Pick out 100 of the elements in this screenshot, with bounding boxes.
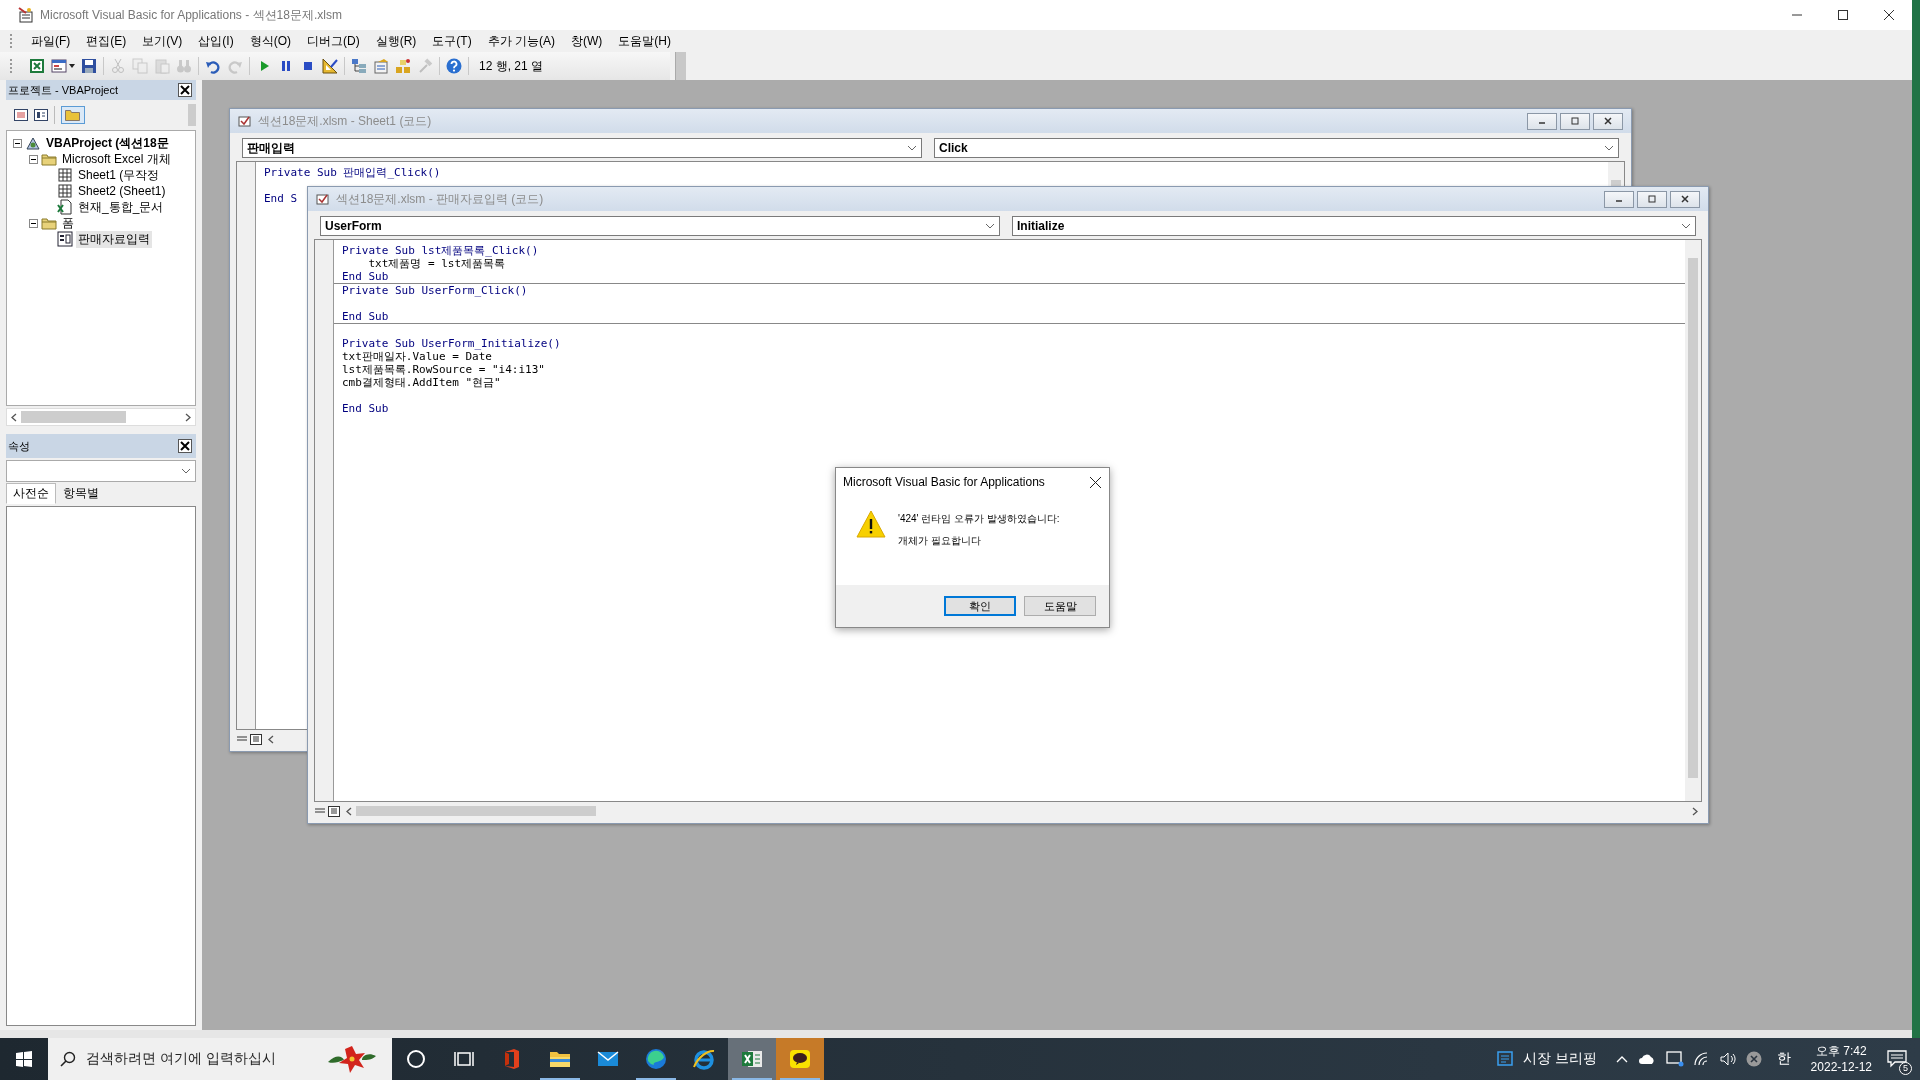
scroll-left-icon[interactable]: [346, 806, 352, 816]
save-icon[interactable]: [81, 58, 97, 74]
close-icon[interactable]: [178, 439, 192, 453]
collapse-toggle[interactable]: [13, 138, 22, 148]
panel-title: 속성: [8, 438, 30, 454]
speaker-icon[interactable]: [1719, 1052, 1736, 1066]
tree-item[interactable]: 현재_통합_문서: [76, 198, 166, 216]
running-indicator: [636, 1078, 676, 1080]
close-icon[interactable]: [178, 83, 192, 97]
taskbar-app[interactable]: [776, 1038, 824, 1080]
tab[interactable]: 사전순: [6, 483, 56, 504]
object-dropdown[interactable]: 판매입력: [242, 138, 922, 158]
close-icon: [1604, 117, 1612, 125]
menu-item[interactable]: 실행(R): [367, 32, 425, 50]
minimize-button[interactable]: [1604, 190, 1634, 208]
flower-icon[interactable]: [326, 1044, 378, 1074]
procedure-dropdown[interactable]: Click: [934, 138, 1619, 158]
chevron-up-icon[interactable]: [1615, 1055, 1628, 1063]
scroll-right-icon[interactable]: [1692, 806, 1698, 816]
tree-item[interactable]: Sheet1 (무작정: [76, 166, 162, 184]
menu-item[interactable]: 추가 기능(A): [479, 32, 563, 50]
tree-view-icon[interactable]: [351, 58, 367, 74]
code-line: End Sub: [342, 270, 389, 283]
object-dropdown[interactable]: UserForm: [320, 216, 1000, 236]
wifi-icon[interactable]: [1693, 1052, 1710, 1066]
circle-icon[interactable]: [406, 1049, 426, 1069]
search-field[interactable]: 검색하려면 여기에 입력하십시: [48, 1038, 392, 1080]
news-label[interactable]: 시장 브리핑: [1522, 1050, 1597, 1068]
minimize-button[interactable]: [1527, 112, 1557, 130]
menu-item[interactable]: 디버그(D): [299, 32, 368, 50]
help-icon[interactable]: [446, 58, 462, 74]
scrollbar[interactable]: [1685, 240, 1701, 801]
browser-icon: [692, 1047, 716, 1071]
error-message: '424' 런타임 오류가 발생하였습니다:: [898, 512, 1060, 526]
code-icon: [316, 192, 330, 206]
window-title: 섹션18문제.xlsm - 판매자료입력 (코드): [336, 190, 544, 208]
scroll-left-icon[interactable]: [11, 412, 17, 422]
module-view-icon[interactable]: [250, 733, 262, 745]
monitor-icon[interactable]: [1665, 1051, 1684, 1067]
code-line: txt제품명 = lst제품목록: [367, 257, 506, 270]
maximize-icon[interactable]: [1838, 10, 1848, 20]
running-indicator: [780, 1078, 820, 1080]
tab[interactable]: 항목별: [56, 483, 106, 504]
input-method[interactable]: 한: [1776, 1050, 1791, 1068]
close-button[interactable]: [1593, 112, 1623, 130]
task-view-icon[interactable]: [454, 1049, 474, 1069]
menu-item[interactable]: 도구(T): [424, 32, 480, 50]
chevron-down-icon: [181, 468, 191, 474]
chevron-down-icon: [985, 223, 995, 229]
menu-item[interactable]: 파일(F): [23, 32, 79, 50]
ruler-icon[interactable]: [322, 58, 338, 74]
menu-item[interactable]: 편집(E): [78, 32, 135, 50]
project-icon: [25, 135, 41, 151]
code-line: Private Sub UserForm_Click(): [342, 284, 528, 297]
close-icon[interactable]: [1090, 476, 1101, 488]
code-line: Private Sub UserForm_Initialize(): [342, 336, 561, 350]
form-view-icon[interactable]: [34, 109, 48, 121]
news-icon[interactable]: [1496, 1050, 1515, 1068]
scroll-left-icon[interactable]: [268, 734, 274, 744]
code-line: End Sub: [342, 309, 389, 323]
search-icon: [60, 1051, 76, 1067]
collapse-toggle[interactable]: [29, 218, 38, 228]
close-button[interactable]: [1670, 190, 1700, 208]
close-icon[interactable]: [1884, 10, 1894, 20]
code-view-icon[interactable]: [14, 109, 28, 121]
tree-item[interactable]: Microsoft Excel 개체: [60, 150, 173, 168]
menu-item[interactable]: 삽입(I): [190, 32, 242, 50]
caret-icon[interactable]: [69, 64, 75, 68]
code-icon: [238, 114, 252, 128]
undo-icon[interactable]: [205, 58, 221, 74]
tree-item[interactable]: 판매자료입력: [76, 230, 152, 248]
sheet-icon: [57, 167, 73, 183]
menu-item[interactable]: 보기(V): [134, 32, 191, 50]
tree-item[interactable]: 폼: [60, 214, 76, 232]
edge-icon: [644, 1047, 668, 1071]
form-icon[interactable]: [51, 58, 67, 74]
folder-toggle[interactable]: [61, 106, 85, 124]
menu-item[interactable]: 창(W): [563, 32, 611, 50]
error-circle-icon[interactable]: [1745, 1051, 1762, 1067]
scroll-right-icon[interactable]: [185, 412, 191, 422]
running-indicator: [732, 1078, 772, 1080]
ok-button[interactable]: 확인: [944, 596, 1016, 616]
windows-icon: [16, 1051, 32, 1067]
shapes-icon[interactable]: [395, 58, 411, 74]
clock[interactable]: 오후 7:42 2022-12-12: [1810, 1043, 1872, 1075]
close-icon: [1681, 195, 1689, 203]
help-button[interactable]: 도움말: [1024, 596, 1096, 616]
maximize-icon: [1648, 195, 1656, 203]
tree-item[interactable]: Sheet2 (Sheet1): [76, 184, 168, 198]
tree-item[interactable]: VBAProject (섹션18문: [44, 134, 171, 152]
procedure-dropdown[interactable]: Initialize: [1012, 216, 1696, 236]
module-view-icon[interactable]: [328, 805, 340, 817]
menu-item[interactable]: 도움말(H): [610, 32, 679, 50]
collapse-toggle[interactable]: [29, 154, 38, 164]
menu-item[interactable]: 형식(O): [241, 32, 299, 50]
cloud-icon[interactable]: [1637, 1053, 1656, 1065]
code-line: txt판매일자.Value = Date: [342, 350, 492, 363]
excel-icon[interactable]: [29, 58, 45, 74]
warning-icon: [856, 510, 886, 538]
scrollbar[interactable]: [6, 408, 196, 426]
